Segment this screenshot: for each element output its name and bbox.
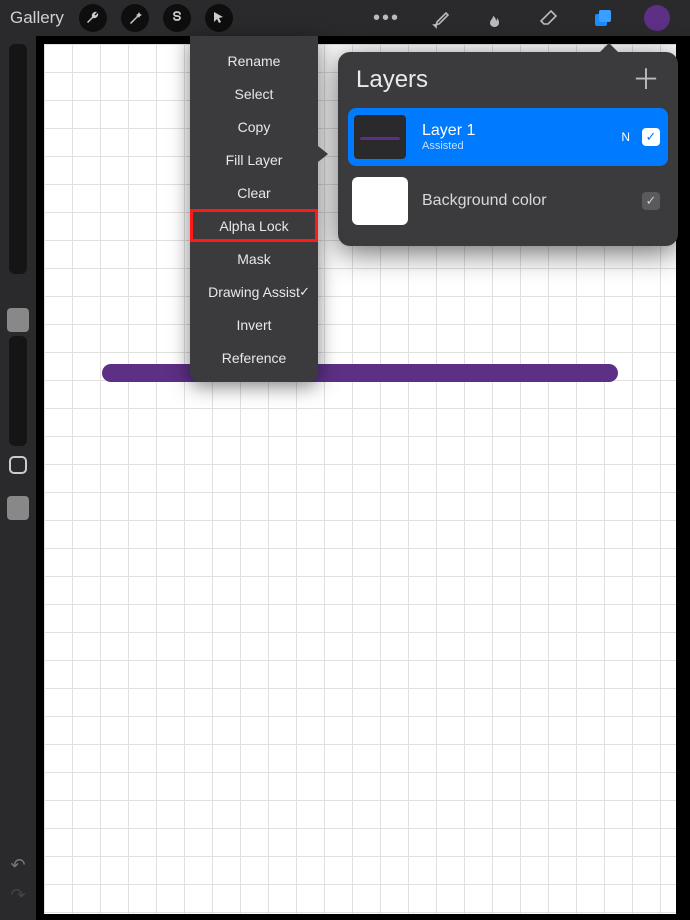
undo-button[interactable]: ↶ [0, 850, 36, 880]
ctx-mask[interactable]: Mask [190, 242, 318, 275]
color-button[interactable] [640, 1, 674, 35]
ctx-rename[interactable]: Rename [190, 44, 318, 77]
ctx-drawing-assist[interactable]: Drawing Assist ✓ [190, 275, 318, 308]
brush-button[interactable] [424, 1, 458, 35]
wrench-icon [79, 4, 107, 32]
left-sidebar: ↶ ↷ [0, 36, 36, 920]
ctx-clear[interactable]: Clear [190, 176, 318, 209]
gallery-button[interactable]: Gallery [6, 8, 72, 28]
ctx-invert[interactable]: Invert [190, 308, 318, 341]
wand-icon [121, 4, 149, 32]
layer-name: Layer 1 [422, 122, 621, 140]
layers-icon [591, 6, 615, 30]
layer-context-menu: Rename Select Copy Fill Layer Clear Alph… [190, 36, 318, 382]
smudge-icon [484, 7, 506, 29]
plus-icon: ＋ [632, 64, 660, 95]
layer-row[interactable]: Layer 1 Assisted N ✓ [348, 108, 668, 166]
brush-size-thumb[interactable] [7, 308, 29, 332]
check-icon: ✓ [299, 284, 310, 300]
layer-visibility-checkbox[interactable]: ✓ [642, 128, 660, 146]
layer-row[interactable]: Background color ✓ [348, 172, 668, 230]
menu-pointer-icon [318, 146, 328, 162]
check-icon: ✓ [646, 193, 657, 209]
color-swatch-icon [644, 5, 670, 31]
ctx-alpha-lock[interactable]: Alpha Lock [190, 209, 318, 242]
panel-arrow-icon [600, 43, 618, 52]
cursor-arrow-icon [205, 4, 233, 32]
brush-size-slider[interactable] [9, 44, 27, 274]
modify-square-button[interactable] [9, 456, 27, 474]
eraser-button[interactable] [532, 1, 566, 35]
modify-menu-button[interactable]: ••• [359, 7, 414, 30]
transform-button[interactable] [202, 1, 236, 35]
drawn-stroke [102, 364, 618, 382]
layer-info: Background color [422, 192, 642, 210]
top-toolbar: Gallery ••• [0, 0, 690, 36]
layers-title: Layers [356, 66, 428, 94]
ctx-reference[interactable]: Reference [190, 341, 318, 374]
ctx-select[interactable]: Select [190, 77, 318, 110]
smudge-button[interactable] [478, 1, 512, 35]
ctx-copy[interactable]: Copy [190, 110, 318, 143]
layers-button[interactable] [586, 1, 620, 35]
layers-panel: Layers ＋ Layer 1 Assisted N ✓ Background… [338, 52, 678, 246]
eraser-icon [538, 7, 560, 29]
layer-thumbnail [352, 113, 408, 161]
paintbrush-icon [430, 7, 452, 29]
adjustments-button[interactable] [118, 1, 152, 35]
opacity-slider[interactable] [9, 336, 27, 446]
ctx-fill-layer[interactable]: Fill Layer [190, 143, 318, 176]
selection-button[interactable] [160, 1, 194, 35]
add-layer-button[interactable]: ＋ [632, 66, 660, 94]
layer-info: Layer 1 Assisted [422, 122, 621, 152]
actions-button[interactable] [76, 1, 110, 35]
layer-thumbnail [352, 177, 408, 225]
layer-subtitle: Assisted [422, 140, 621, 152]
opacity-thumb[interactable] [7, 496, 29, 520]
ctx-drawing-assist-label: Drawing Assist [208, 284, 300, 300]
layer-name: Background color [422, 192, 642, 210]
blend-mode-label[interactable]: N [621, 130, 630, 144]
redo-button[interactable]: ↷ [0, 880, 36, 910]
undo-icon: ↶ [10, 855, 25, 876]
check-icon: ✓ [646, 129, 657, 145]
redo-icon: ↷ [10, 885, 25, 906]
layer-visibility-checkbox[interactable]: ✓ [642, 192, 660, 210]
selection-s-icon [163, 4, 191, 32]
